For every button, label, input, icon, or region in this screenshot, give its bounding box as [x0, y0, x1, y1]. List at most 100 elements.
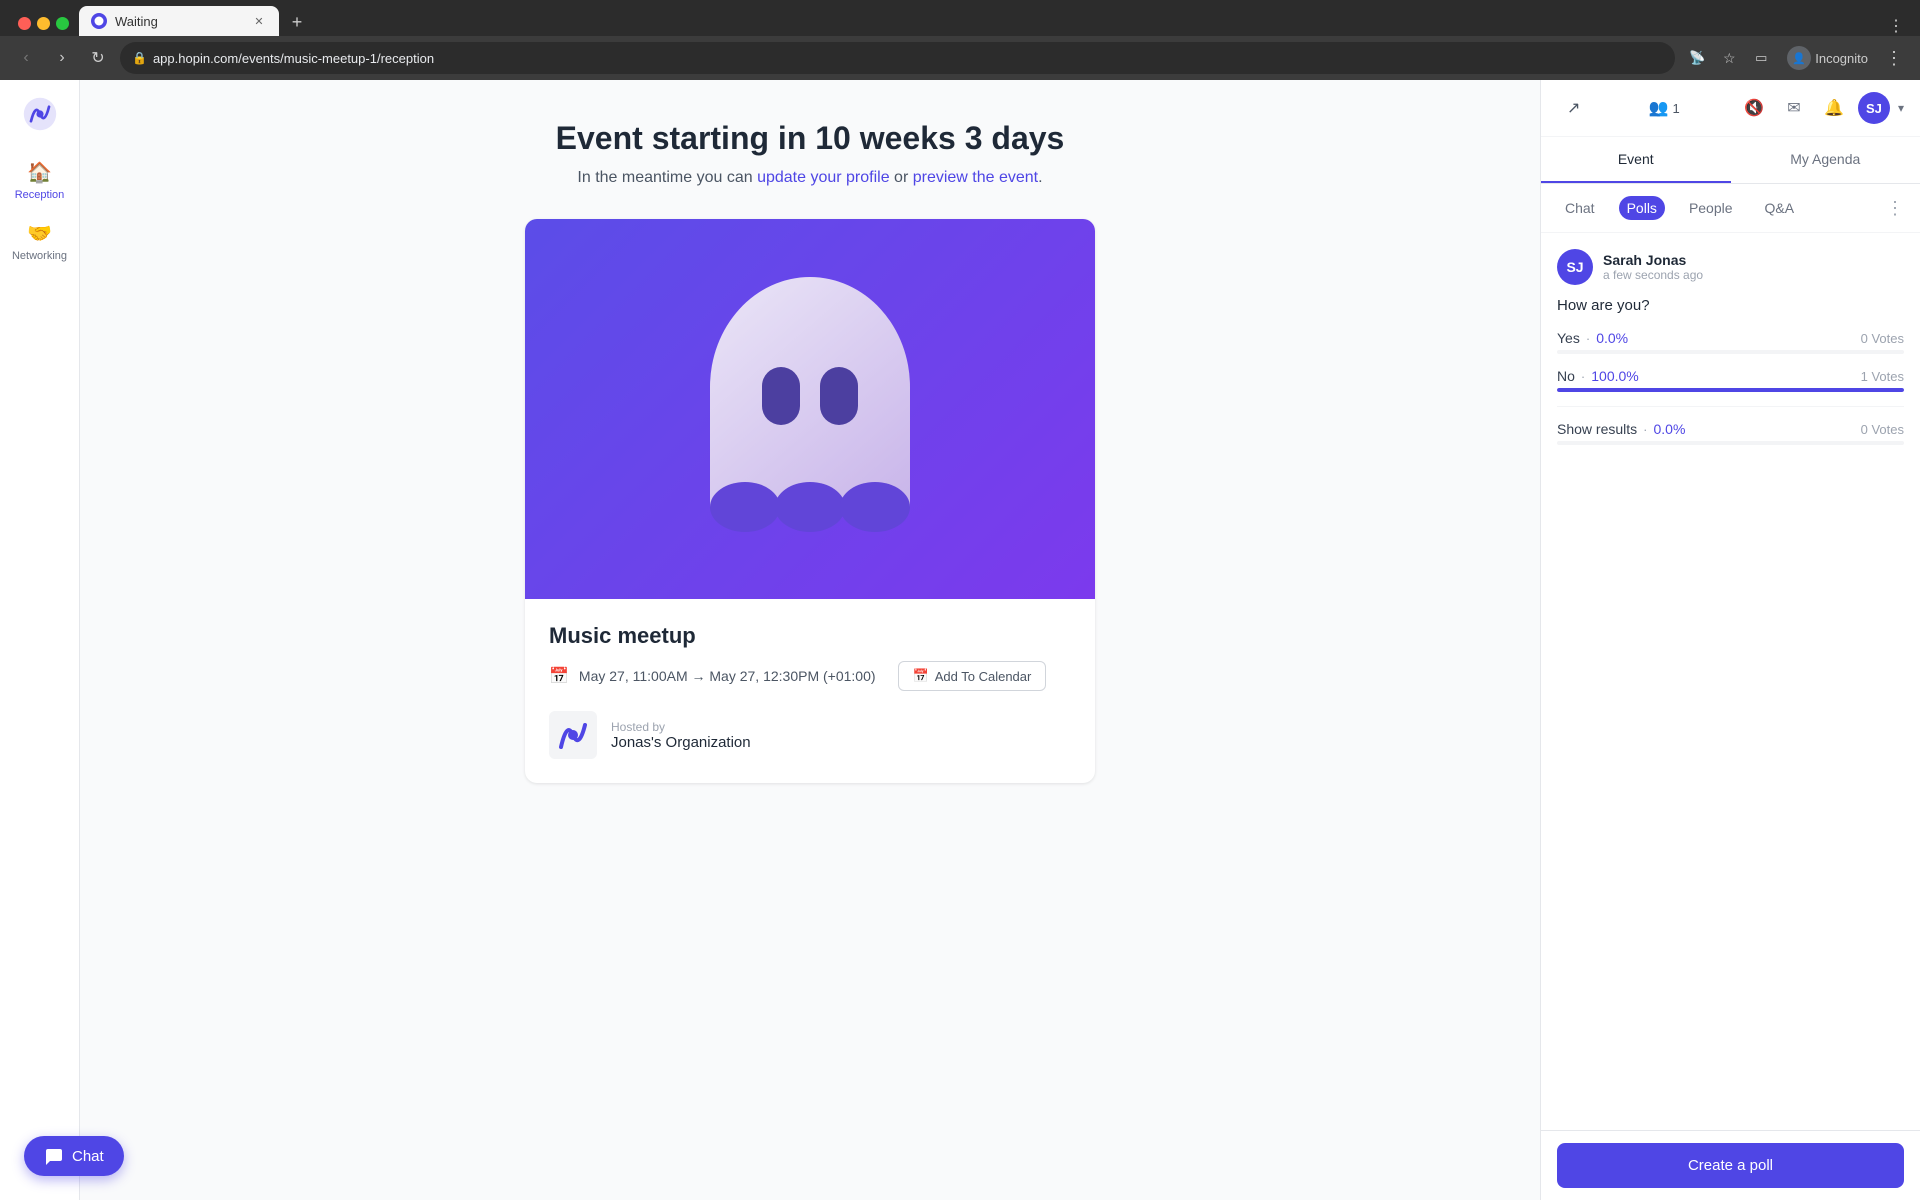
poll-bar-no-fill [1557, 388, 1904, 392]
maximize-window-btn[interactable] [56, 17, 69, 30]
calendar-icon: 📅 [549, 666, 569, 686]
poll-option-no-pct: 100.0% [1591, 368, 1638, 384]
poll-option-show-results: Show results · 0.0% 0 Votes [1557, 421, 1904, 445]
poll-option-yes-pct: 0.0% [1596, 330, 1628, 346]
browser-chrome: Waiting ✕ + ⋮ ‹ › ↻ 🔒 app.hopin.com/even… [0, 0, 1920, 80]
hopin-logo[interactable] [18, 92, 62, 136]
split-view-btn[interactable]: ▭ [1747, 44, 1775, 72]
close-window-btn[interactable] [18, 17, 31, 30]
poll-bar-no-track [1557, 388, 1904, 392]
poll-author-name: Sarah Jonas [1603, 252, 1703, 268]
sub-tab-people[interactable]: People [1681, 196, 1741, 220]
tab-title: Waiting [115, 14, 243, 29]
sub-tabs-more-btn[interactable]: ⋮ [1886, 198, 1904, 219]
poll-bar-yes-track [1557, 350, 1904, 354]
browser-menu-btn[interactable]: ⋮ [1880, 44, 1908, 72]
sidebar-item-reception[interactable]: 🏠 Reception [4, 152, 76, 209]
app-layout: 🏠 Reception 🤝 Networking Event starting … [0, 80, 1920, 1200]
or-text: or [890, 169, 913, 186]
panel-main-tabs: Event My Agenda [1541, 137, 1920, 184]
preview-event-link[interactable]: preview the event [913, 169, 1038, 186]
poll-author-avatar: SJ [1557, 249, 1593, 285]
add-calendar-label: Add To Calendar [935, 669, 1032, 684]
address-bar[interactable]: 🔒 app.hopin.com/events/music-meetup-1/re… [120, 42, 1675, 74]
sub-tabs: Chat Polls People Q&A ⋮ [1541, 184, 1920, 233]
sidebar-item-reception-label: Reception [15, 189, 65, 201]
event-mascot [690, 267, 930, 552]
bookmark-btn[interactable]: ☆ [1715, 44, 1743, 72]
event-banner [525, 219, 1095, 599]
poll-divider [1557, 406, 1904, 407]
panel-footer: Create a poll [1541, 1130, 1920, 1200]
chat-btn-label: Chat [72, 1148, 104, 1165]
chat-widget: Chat [24, 1136, 124, 1176]
forward-btn[interactable]: › [48, 44, 76, 72]
audio-btn[interactable]: 🔇 [1738, 92, 1770, 124]
event-subtitle: In the meantime you can update your prof… [577, 169, 1042, 187]
chat-icon [44, 1146, 64, 1166]
event-date-text: May 27, 11:00AM → May 27, 12:30PM (+01:0… [579, 668, 876, 684]
tab-close-btn[interactable]: ✕ [251, 13, 267, 29]
tab-event[interactable]: Event [1541, 137, 1731, 183]
people-icon: 👥 [1649, 98, 1669, 118]
sub-tab-qa[interactable]: Q&A [1757, 196, 1803, 220]
poll-option-results-pct: 0.0% [1654, 421, 1686, 437]
host-info: Hosted by Jonas's Organization [611, 720, 751, 751]
profile-btn[interactable]: 👤 Incognito [1779, 42, 1876, 74]
panel-header: ↗ 👥 1 🔇 ✉ 🔔 SJ ▾ [1541, 80, 1920, 137]
sub-tab-polls[interactable]: Polls [1619, 196, 1665, 220]
networking-icon: 🤝 [27, 221, 52, 246]
address-text: app.hopin.com/events/music-meetup-1/rece… [153, 51, 434, 66]
poll-author-info: Sarah Jonas a few seconds ago [1603, 252, 1703, 282]
browser-toolbar: ‹ › ↻ 🔒 app.hopin.com/events/music-meetu… [0, 36, 1920, 80]
sidebar-item-networking[interactable]: 🤝 Networking [4, 213, 76, 270]
sidebar-item-networking-label: Networking [12, 250, 67, 262]
back-btn[interactable]: ‹ [12, 44, 40, 72]
event-countdown: Event starting in 10 weeks 3 days [556, 120, 1065, 157]
attendee-number: 1 [1673, 101, 1680, 116]
reload-btn[interactable]: ↻ [84, 44, 112, 72]
hosted-by-label: Hosted by [611, 720, 751, 734]
event-date-row: 📅 May 27, 11:00AM → May 27, 12:30PM (+01… [549, 661, 1071, 691]
toolbar-actions: 📡 ☆ ▭ 👤 Incognito ⋮ [1683, 42, 1908, 74]
event-info: Music meetup 📅 May 27, 11:00AM → May 27,… [525, 599, 1095, 783]
host-logo [549, 711, 597, 759]
add-calendar-btn[interactable]: 📅 Add To Calendar [898, 661, 1047, 691]
tab-overflow[interactable]: ⋮ [1888, 16, 1912, 36]
tab-my-agenda[interactable]: My Agenda [1731, 137, 1920, 183]
panel-header-actions: 🔇 ✉ 🔔 SJ ▾ [1738, 92, 1904, 124]
right-panel: ↗ 👥 1 🔇 ✉ 🔔 SJ ▾ Event My Agenda [1540, 80, 1920, 1200]
new-tab-btn[interactable]: + [283, 8, 311, 36]
subtitle-prefix: In the meantime you can [577, 169, 757, 186]
security-icon: 🔒 [132, 51, 147, 65]
user-menu-chevron[interactable]: ▾ [1898, 101, 1904, 115]
attendees-count: 👥 1 [1649, 98, 1680, 118]
mail-btn[interactable]: ✉ [1778, 92, 1810, 124]
active-tab[interactable]: Waiting ✕ [79, 6, 279, 36]
sub-tab-chat[interactable]: Chat [1557, 196, 1603, 220]
chat-open-btn[interactable]: Chat [24, 1136, 124, 1176]
profile-label: Incognito [1815, 51, 1868, 66]
notification-btn[interactable]: 🔔 [1818, 92, 1850, 124]
add-calendar-icon: 📅 [913, 668, 929, 684]
poll-option-yes-label: Yes [1557, 330, 1580, 346]
create-poll-btn[interactable]: Create a poll [1557, 1143, 1904, 1188]
minimize-window-btn[interactable] [37, 17, 50, 30]
host-row: Hosted by Jonas's Organization [549, 711, 1071, 759]
poll-option-no-votes: 1 Votes [1861, 369, 1904, 384]
event-name: Music meetup [549, 623, 1071, 649]
update-profile-link[interactable]: update your profile [757, 169, 890, 186]
reception-icon: 🏠 [27, 160, 52, 185]
main-content: Event starting in 10 weeks 3 days In the… [80, 80, 1540, 1200]
profile-avatar: 👤 [1787, 46, 1811, 70]
poll-option-yes-votes: 0 Votes [1861, 331, 1904, 346]
share-btn[interactable]: ↗ [1557, 94, 1590, 122]
poll-author-row: SJ Sarah Jonas a few seconds ago [1557, 249, 1904, 285]
user-avatar[interactable]: SJ [1858, 92, 1890, 124]
tab-favicon [91, 13, 107, 29]
share-icon: ↗ [1567, 98, 1580, 118]
panel-body: SJ Sarah Jonas a few seconds ago How are… [1541, 233, 1920, 1130]
event-card: Music meetup 📅 May 27, 11:00AM → May 27,… [525, 219, 1095, 783]
cast-btn[interactable]: 📡 [1683, 44, 1711, 72]
poll-option-results-label: Show results [1557, 421, 1637, 437]
